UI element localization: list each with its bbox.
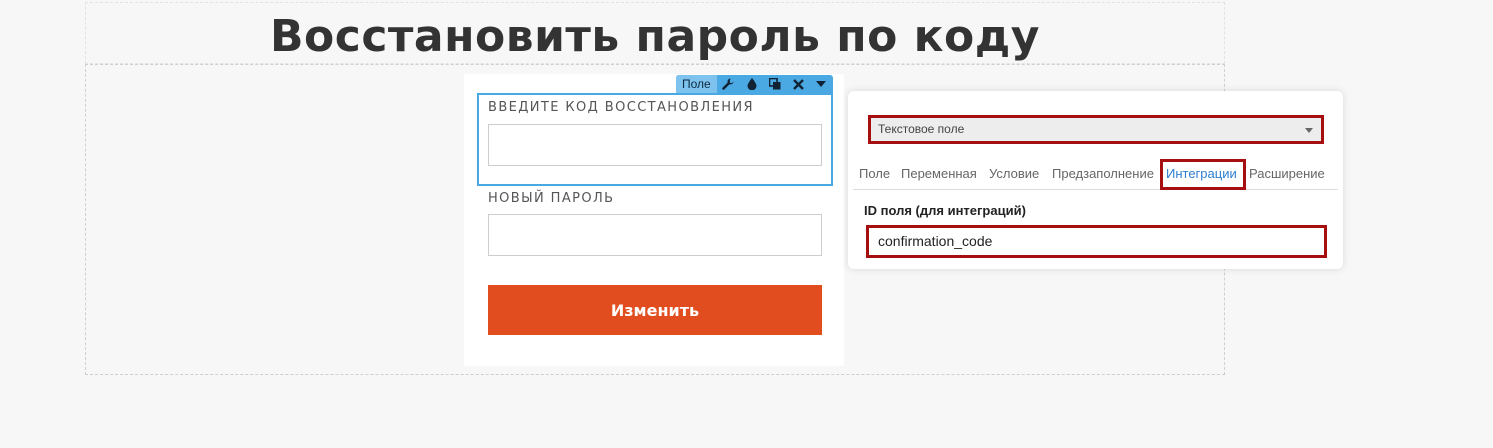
field-toolbar-label[interactable]: Поле bbox=[676, 75, 717, 93]
field-toolbar: Поле bbox=[676, 75, 833, 93]
recovery-code-label: ВВЕДИТЕ КОД ВОССТАНОВЛЕНИЯ bbox=[488, 100, 754, 115]
duplicate-icon[interactable] bbox=[763, 75, 786, 93]
settings-tabs: Поле Переменная Условие Предзаполнение И… bbox=[853, 160, 1338, 190]
tab-condition[interactable]: Условие bbox=[989, 166, 1039, 181]
recovery-code-input[interactable] bbox=[488, 124, 822, 166]
chevron-down-icon bbox=[1305, 128, 1313, 133]
field-type-value: Текстовое поле bbox=[878, 122, 965, 136]
change-password-button[interactable]: Изменить bbox=[488, 285, 822, 335]
tab-variable[interactable]: Переменная bbox=[901, 166, 977, 181]
field-id-label: ID поля (для интеграций) bbox=[864, 203, 1026, 218]
wrench-icon[interactable] bbox=[717, 75, 740, 93]
droplet-icon[interactable] bbox=[740, 75, 763, 93]
field-type-select[interactable]: Текстовое поле bbox=[868, 115, 1324, 144]
new-password-label: НОВЫЙ ПАРОЛЬ bbox=[488, 191, 615, 206]
tab-prefill[interactable]: Предзаполнение bbox=[1052, 166, 1154, 181]
caret-down-icon[interactable] bbox=[810, 75, 833, 93]
new-password-input[interactable] bbox=[488, 214, 822, 256]
page-title: Восстановить пароль по коду bbox=[269, 11, 1040, 62]
field-id-input[interactable]: confirmation_code bbox=[866, 225, 1327, 258]
page-title-area: Восстановить пароль по коду bbox=[85, 2, 1225, 64]
integrations-tab-highlight bbox=[1160, 159, 1246, 190]
tab-field[interactable]: Поле bbox=[859, 166, 890, 181]
close-icon[interactable] bbox=[786, 75, 809, 93]
tab-extension[interactable]: Расширение bbox=[1249, 166, 1325, 181]
